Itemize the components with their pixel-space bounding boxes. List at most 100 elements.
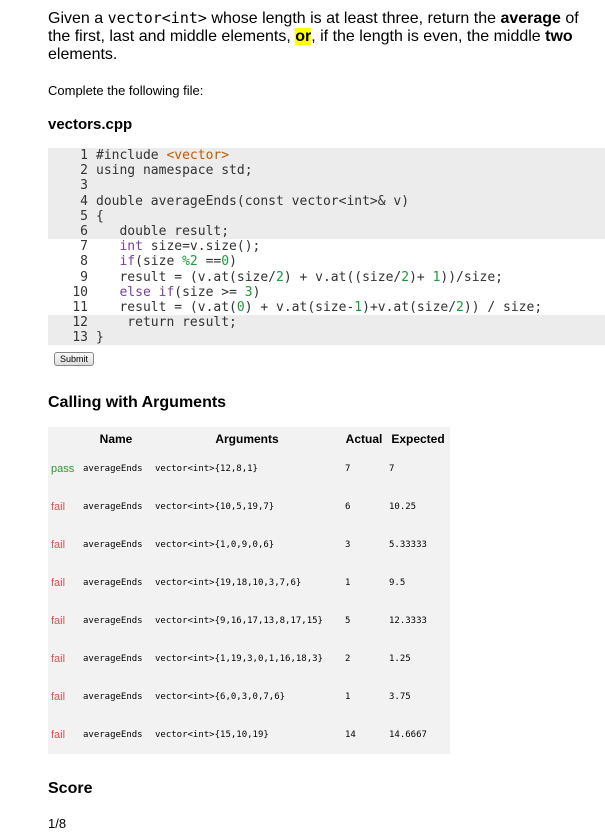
code-line[interactable]: 12 return result; (48, 315, 605, 331)
code-token: 0 (221, 254, 230, 270)
line-number: 6 (80, 223, 88, 239)
table-row: fail averageEnds vector<int>{15,10,19} 14 14… (48, 716, 450, 754)
actual-header: Actual (345, 431, 383, 446)
line-number: 7 (80, 239, 88, 255)
code-text: int size=v.size(); (88, 239, 260, 254)
table-header-row: Name Arguments Actual Expected (48, 427, 450, 450)
arguments-cell: vector<int>{6,0,3,0,7,6} (155, 692, 286, 703)
code-token: if (119, 254, 136, 270)
code-text: double result; (88, 224, 229, 239)
arguments-cell: vector<int>{1,0,9,0,6} (155, 540, 275, 551)
status-cell: fail (51, 539, 66, 552)
line-number: 10 (72, 284, 88, 300)
results-table: Name Arguments Actual Expected pass avera… (48, 427, 450, 755)
submit-button[interactable]: Submit (54, 352, 95, 367)
status-header (48, 427, 80, 450)
code-token: #include (96, 148, 167, 163)
status-cell: pass (51, 463, 75, 476)
prompt-code: vector<int> (107, 9, 207, 27)
code-text: double averageEnds(const vector<int>& v) (88, 194, 409, 209)
code-token: ))/size; (440, 269, 504, 285)
code-token: 2 (401, 269, 410, 285)
line-number: 2 (80, 163, 88, 179)
code-line[interactable]: 9 result = (v.at(size/2) + v.at((size/2)… (48, 269, 605, 285)
line-number: 9 (80, 269, 88, 285)
code-token: (size (135, 254, 183, 270)
code-text: #include <vector> (88, 148, 229, 163)
code-token: 1 (354, 299, 363, 315)
code-token: double result; (96, 223, 230, 239)
arguments-cell: vector<int>{12,8,1} (155, 464, 258, 475)
code-token: else if (119, 284, 175, 300)
code-text: } (88, 330, 104, 345)
calling-section-title: Calling with Arguments (48, 394, 227, 412)
table-row: pass averageEnds vector<int>{12,8,1} 7 7 (48, 450, 450, 488)
code-line[interactable]: 11 result = (v.at(0) + v.at(size-1)+v.at… (48, 299, 605, 316)
status-cell: fail (51, 501, 66, 514)
actual-cell: 7 (345, 464, 351, 475)
code-token: ) (229, 254, 237, 270)
code-line[interactable]: 5{ (48, 208, 605, 224)
name-cell: averageEnds (83, 654, 143, 665)
code-token: 2 (456, 299, 464, 315)
code-line[interactable]: 8 if(size %2 ==0) (48, 254, 605, 270)
actual-cell: 1 (345, 578, 351, 589)
prompt-highlight: or (295, 28, 312, 45)
prompt-bold: average (500, 10, 561, 27)
code-line[interactable]: 1 #include <vector> (48, 148, 605, 164)
code-text: if(size %2 ==0) (88, 254, 237, 270)
expected-cell: 12.3333 (389, 616, 427, 627)
code-text: result = (v.at(size/2) + v.at((size/2)+ … (88, 270, 503, 285)
file-name-heading: vectors.cpp (48, 116, 133, 133)
table-row: fail averageEnds vector<int>{1,0,9,0,6} 3 5.… (48, 526, 450, 564)
results-body: pass averageEnds vector<int>{12,8,1} 7 7 fail… (48, 450, 450, 754)
code-token: 0 (236, 299, 245, 315)
name-cell: averageEnds (83, 464, 143, 475)
code-line[interactable]: 13} (48, 330, 605, 346)
code-token: ) (252, 284, 261, 300)
code-text: return result; (88, 315, 237, 330)
arguments-cell: vector<int>{1,19,3,0,1,16,18,3} (155, 654, 323, 665)
arguments-cell: vector<int>{9,16,17,13,8,17,15} (155, 616, 323, 627)
status-cell: fail (51, 577, 66, 590)
code-token: 3 (244, 284, 253, 300)
arguments-header: Arguments (215, 431, 279, 446)
code-token: == (197, 254, 222, 270)
actual-cell: 5 (345, 616, 351, 627)
code-line[interactable]: 10 else if(size >= 3) (48, 284, 605, 300)
code-line[interactable]: 3 (48, 178, 605, 194)
name-cell: averageEnds (83, 540, 143, 551)
prompt-text: Given a (48, 10, 108, 27)
code-text: { (88, 209, 104, 224)
table-row: fail averageEnds vector<int>{6,0,3,0,7,6} 1… (48, 678, 450, 716)
actual-cell: 2 (345, 654, 351, 665)
code-line[interactable]: 2 using namespace std; (48, 163, 605, 179)
code-text: else if(size >= 3) (88, 285, 260, 300)
prompt-text: whose length is at least three, return t… (206, 10, 501, 27)
page: Given a vector<int> whose length is at l… (0, 9, 605, 831)
code-line[interactable]: 4 double averageEnds(const vector<int>& v… (48, 193, 605, 209)
code-token: ) + v.at((size/ (283, 269, 402, 285)
code-line[interactable]: 6 double result; (48, 223, 605, 240)
actual-cell: 14 (345, 730, 356, 741)
actual-cell: 3 (345, 540, 351, 551)
expected-cell: 14.6667 (389, 730, 427, 741)
code-line[interactable]: 7 int size=v.size(); (48, 239, 605, 255)
expected-cell: 1.25 (389, 654, 411, 665)
line-number: 8 (80, 254, 88, 270)
code-editor[interactable]: 1 #include <vector> 2 using namespace std; 3… (48, 148, 605, 346)
code-token: )+v.at(size/ (362, 299, 457, 315)
code-token: result = (v.at(size/ (96, 269, 277, 285)
line-number: 5 (80, 208, 88, 224)
arguments-cell: vector<int>{10,5,19,7} (155, 502, 275, 513)
expected-cell: 5.33333 (389, 540, 427, 551)
name-cell: averageEnds (83, 502, 143, 513)
name-header: Name (99, 431, 133, 446)
code-token: return result; (96, 315, 237, 331)
prompt-text: , if the length is even, the middle (311, 28, 546, 45)
code-token: 2 (276, 269, 284, 285)
name-cell: averageEnds (83, 692, 143, 703)
